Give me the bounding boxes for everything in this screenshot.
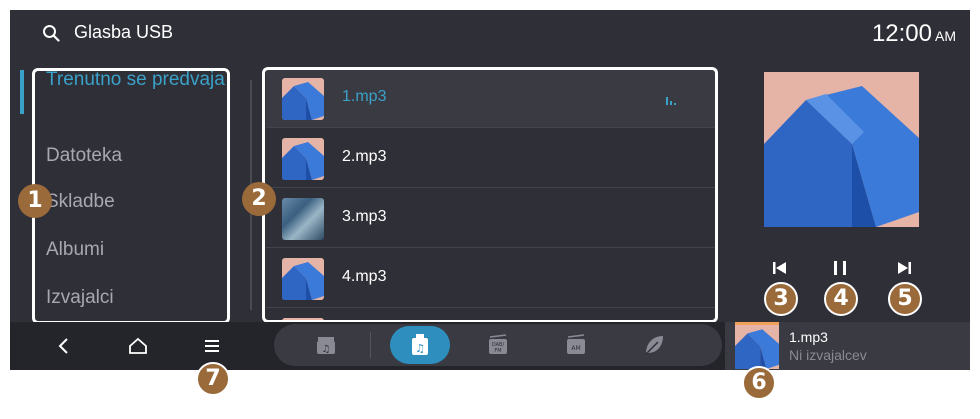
- search-icon[interactable]: [42, 24, 60, 42]
- callout-5: 5: [888, 282, 922, 316]
- svg-text:♫: ♫: [415, 342, 425, 355]
- mini-player[interactable]: 1.mp3 Ni izvajalcev: [725, 322, 970, 370]
- callout-2: 2: [242, 182, 276, 216]
- menu-item-songs[interactable]: Skladbe: [46, 190, 115, 213]
- am-radio-icon[interactable]: AM: [562, 332, 590, 358]
- active-menu-indicator: [20, 70, 24, 114]
- callout-4: 4: [824, 282, 858, 316]
- track-thumbnail: [282, 258, 324, 300]
- callout-6: 6: [742, 366, 776, 400]
- equalizer-icon: [666, 97, 676, 105]
- back-icon[interactable]: [52, 334, 76, 358]
- svg-text:♫: ♫: [322, 344, 331, 355]
- source-separator: [370, 332, 371, 358]
- dab-fm-icon[interactable]: DAB/ FM: [484, 332, 512, 358]
- menu-item-artists[interactable]: Izvajalci: [46, 286, 114, 309]
- menu-icon[interactable]: [200, 334, 224, 358]
- pause-button[interactable]: [828, 258, 852, 278]
- previous-track-button[interactable]: [768, 258, 792, 278]
- category-menu: Trenutno se predvaja Datoteka Skladbe Al…: [32, 68, 228, 318]
- track-name: 1.mp3: [342, 88, 387, 105]
- media-source-icon[interactable]: ♫: [312, 332, 340, 358]
- mini-player-thumbnail: [735, 325, 779, 369]
- mini-player-artist: Ni izvajalcev: [789, 347, 867, 363]
- menu-item-albums[interactable]: Albumi: [46, 238, 104, 261]
- clock-time: 12:00: [871, 20, 932, 47]
- track-name: 4.mp3: [342, 268, 387, 285]
- clock: 12:00 AM: [872, 20, 956, 48]
- track-row[interactable]: 4.mp3: [266, 248, 718, 308]
- track-thumbnail: [282, 138, 324, 180]
- track-row[interactable]: 2.mp3: [266, 128, 718, 188]
- track-name: 2.mp3: [342, 148, 387, 165]
- header: Glasba USB 12:00 AM: [10, 10, 970, 62]
- menu-item-file[interactable]: Datoteka: [46, 144, 122, 167]
- mini-player-title: 1.mp3: [789, 329, 828, 345]
- track-thumbnail: [282, 198, 324, 240]
- music-screen: Glasba USB 12:00 AM Trenutno se predvaja …: [10, 10, 970, 370]
- svg-text:AM: AM: [571, 345, 580, 352]
- home-icon[interactable]: [126, 334, 150, 358]
- menu-item-now-playing[interactable]: Trenutno se predvaja: [46, 68, 226, 91]
- track-row[interactable]: 3.mp3: [266, 188, 718, 248]
- track-thumbnail: [282, 318, 324, 320]
- callout-7: 7: [196, 362, 230, 396]
- leaf-icon[interactable]: [640, 332, 668, 358]
- usb-music-icon[interactable]: ♫: [406, 332, 434, 358]
- clock-ampm: AM: [935, 28, 956, 44]
- album-art: [764, 72, 919, 227]
- svg-text:FM: FM: [494, 348, 501, 354]
- track-list: 1.mp3 2.mp3 3.mp3 4.mp3: [266, 68, 718, 320]
- track-thumbnail: [282, 78, 324, 120]
- track-row[interactable]: [266, 308, 718, 320]
- page-title: Glasba USB: [74, 22, 174, 42]
- callout-3: 3: [764, 282, 798, 316]
- callout-1: 1: [18, 184, 52, 218]
- playback-progress: [735, 322, 779, 325]
- track-row[interactable]: 1.mp3: [266, 68, 718, 128]
- track-name: 3.mp3: [342, 208, 387, 225]
- next-track-button[interactable]: [892, 258, 916, 278]
